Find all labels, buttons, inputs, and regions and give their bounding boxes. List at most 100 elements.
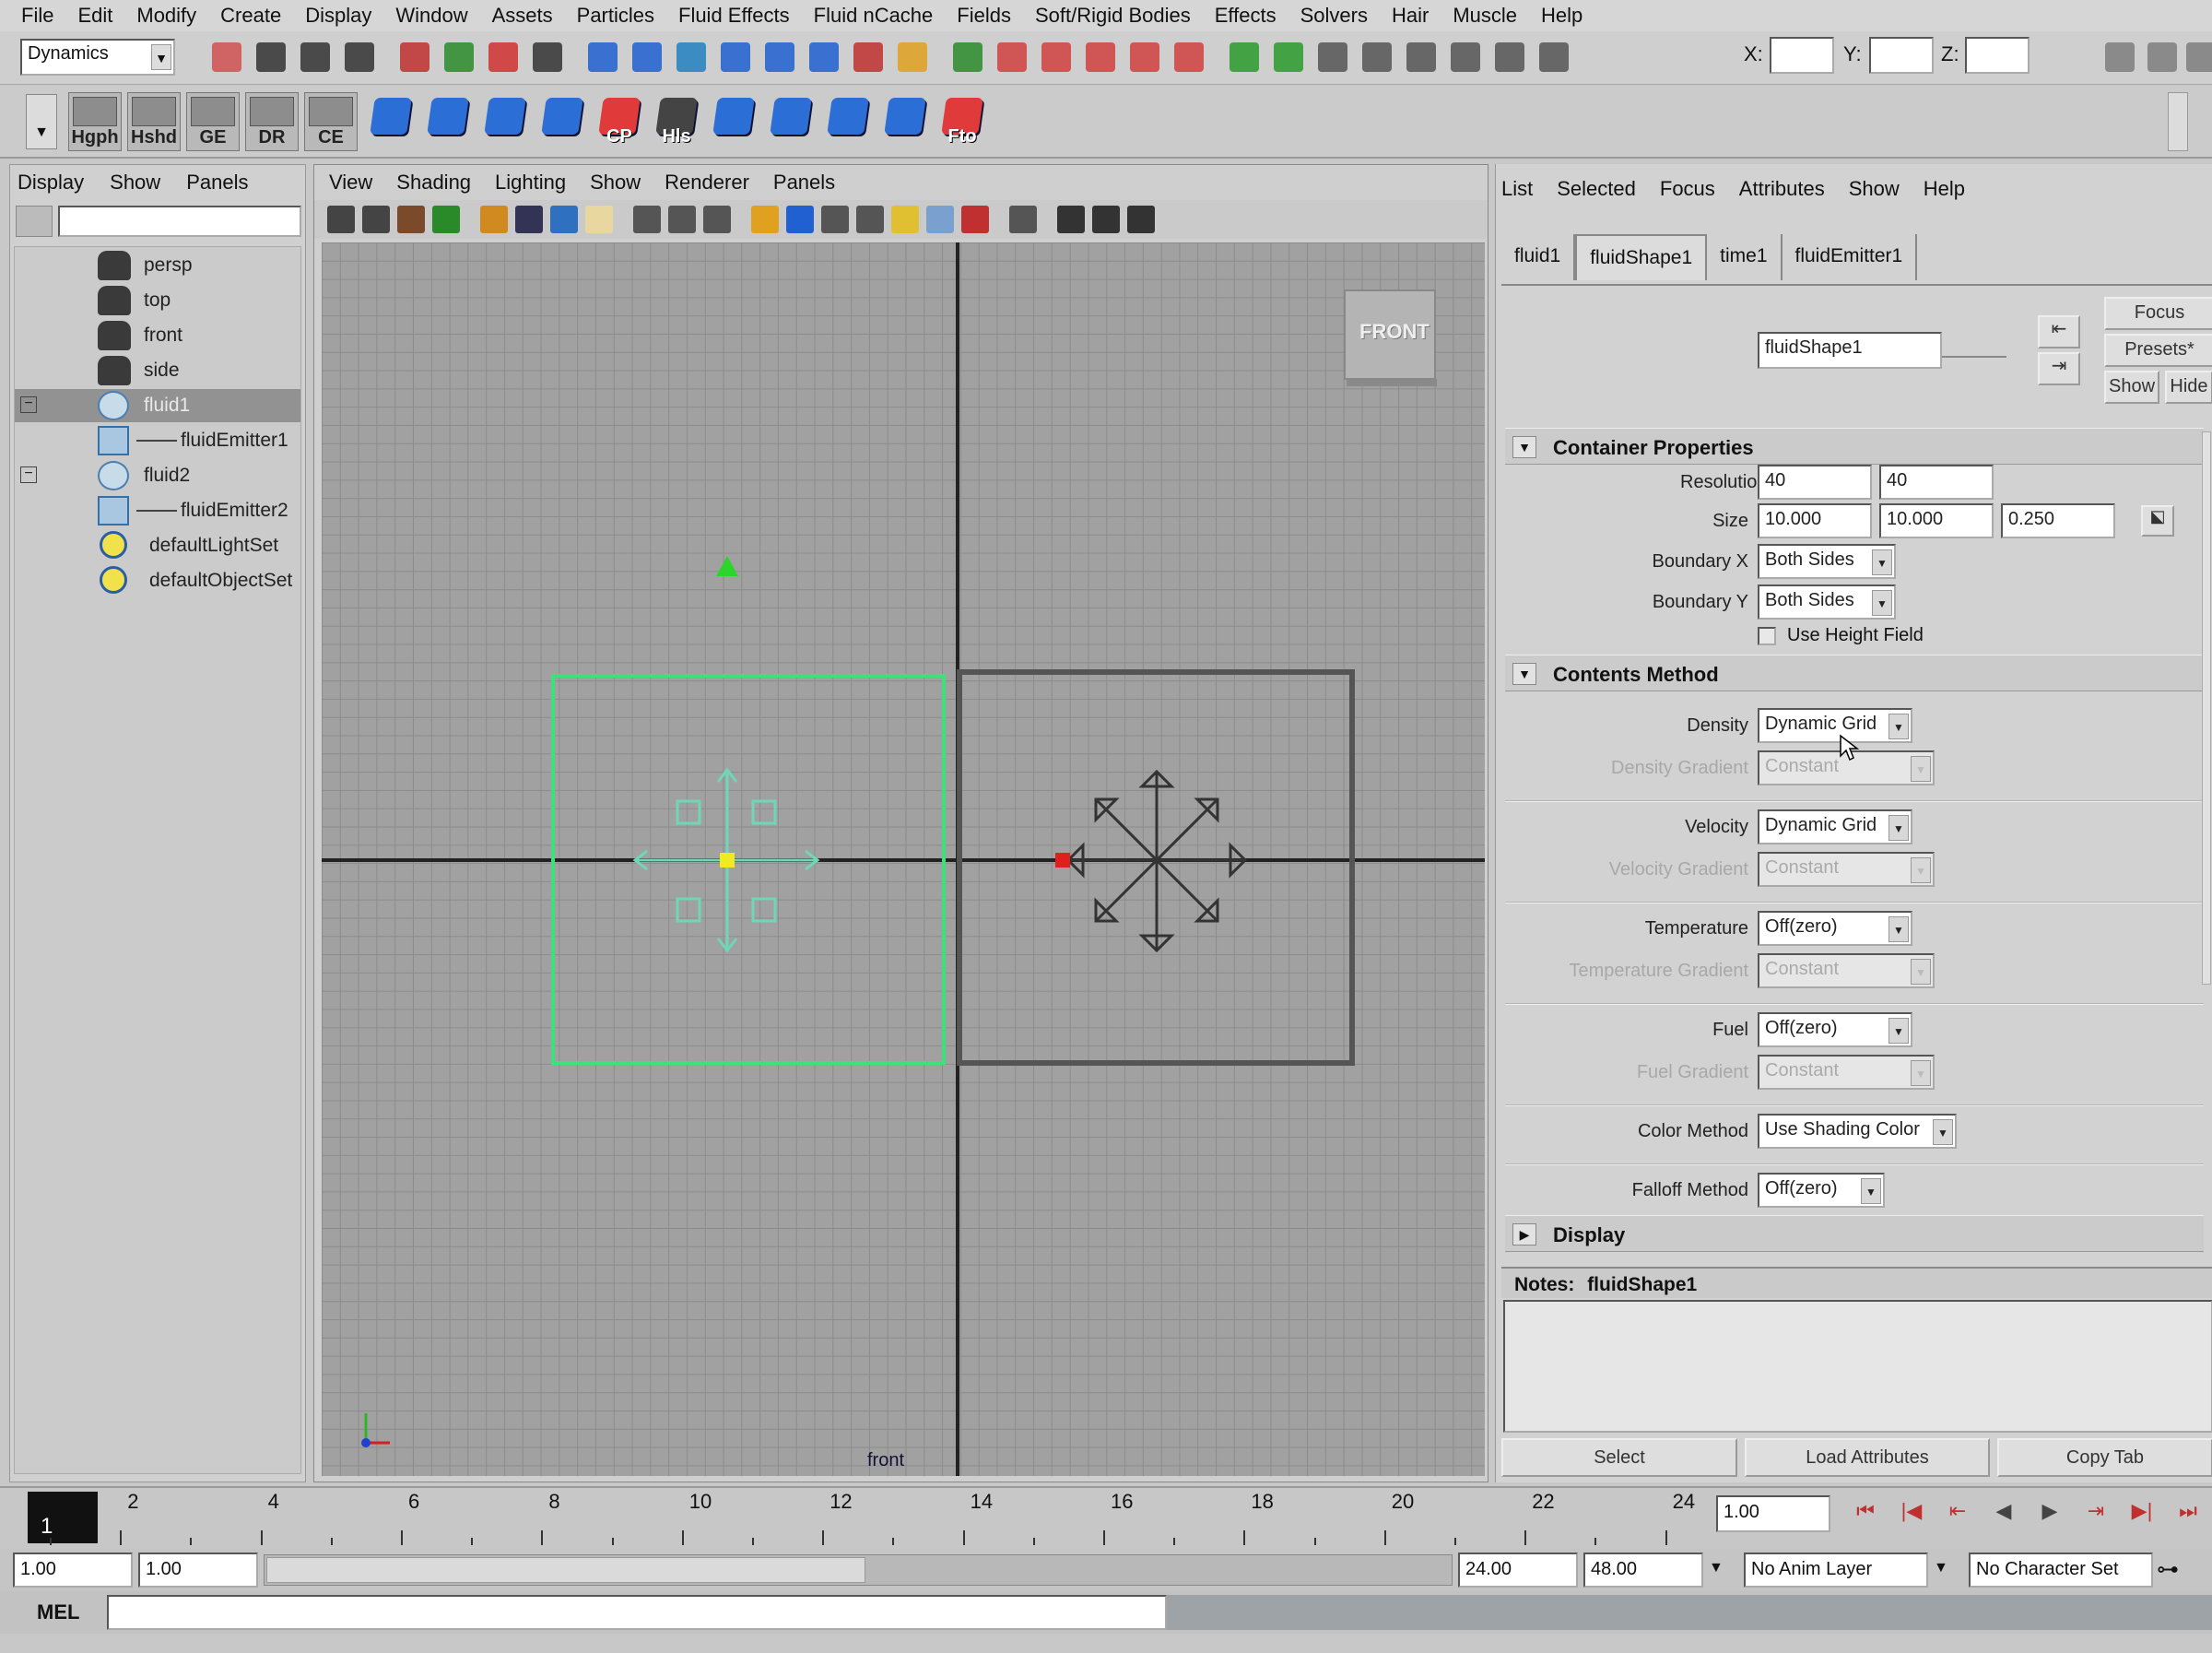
viewport-tool-icon[interactable] [786, 206, 814, 233]
menu-particles[interactable]: Particles [565, 4, 666, 28]
outliner-item-fluid2[interactable]: − fluid2 [15, 459, 300, 492]
attribute-scrollbar[interactable] [2202, 431, 2211, 985]
viewport-tool-icon[interactable] [515, 206, 543, 233]
menu-window[interactable]: Window [383, 4, 479, 28]
ae-menu-selected[interactable]: Selected [1557, 177, 1636, 201]
status-tool-icon[interactable] [1130, 42, 1159, 72]
status-tool-icon[interactable] [997, 42, 1027, 72]
status-tool-icon[interactable] [898, 42, 927, 72]
outliner-item-top[interactable]: top [15, 284, 300, 317]
collapse-icon[interactable]: − [20, 396, 37, 413]
status-tool-icon[interactable] [1539, 42, 1569, 72]
outliner-item-defaultlightset[interactable]: defaultLightSet [15, 529, 300, 562]
status-tool-icon[interactable] [765, 42, 794, 72]
play-forward-icon[interactable]: ▶ [2031, 1499, 2068, 1532]
status-tool-icon[interactable] [1451, 42, 1480, 72]
outliner-filter-icon[interactable] [16, 206, 53, 237]
status-tool-icon[interactable] [809, 42, 839, 72]
status-tool-icon[interactable] [1041, 42, 1071, 72]
menu-modify[interactable]: Modify [124, 4, 208, 28]
ae-menu-attributes[interactable]: Attributes [1739, 177, 1825, 201]
viewport-tool-icon[interactable] [703, 206, 731, 233]
status-tool-icon[interactable] [588, 42, 618, 72]
outliner-item-fluidemitter1[interactable]: fluidEmitter1 [15, 424, 300, 457]
command-input[interactable] [107, 1595, 1167, 1630]
shelf-fluid-tool-icon[interactable] [708, 94, 759, 148]
fuel-dropdown[interactable]: Off(zero) ▼ [1758, 1012, 1912, 1047]
step-forward-key-icon[interactable]: ▶| [2124, 1499, 2160, 1532]
animation-start-field[interactable]: 1.00 [13, 1553, 133, 1588]
fluid-emitter2-icon[interactable] [1065, 769, 1248, 953]
map-button-icon[interactable]: ⬕ [2141, 505, 2174, 537]
viewport-tool-icon[interactable] [397, 206, 425, 233]
status-tool-icon[interactable] [853, 42, 883, 72]
outliner-search-input[interactable] [58, 206, 301, 237]
viewport-tool-icon[interactable] [1092, 206, 1120, 233]
status-tool-icon[interactable] [533, 42, 562, 72]
menu-soft-rigid-bodies[interactable]: Soft/Rigid Bodies [1023, 4, 1203, 28]
range-slider[interactable] [264, 1554, 1453, 1586]
shelf-scroll-icon[interactable] [2168, 92, 2188, 151]
menu-edit[interactable]: Edit [65, 4, 124, 28]
ae-menu-list[interactable]: List [1501, 177, 1533, 201]
tab-fluidshape1[interactable]: fluidShape1 [1575, 234, 1708, 280]
viewport-tool-icon[interactable] [668, 206, 696, 233]
status-tool-icon[interactable] [488, 42, 518, 72]
outliner-menu-show[interactable]: Show [110, 171, 160, 195]
outliner-item-fluid1[interactable]: − fluid1 [15, 389, 300, 422]
viewport-tool-icon[interactable] [585, 206, 613, 233]
menu-fluid-ncache[interactable]: Fluid nCache [802, 4, 946, 28]
viewport-tool-icon[interactable] [821, 206, 849, 233]
menu-display[interactable]: Display [293, 4, 383, 28]
z-field[interactable] [1965, 37, 2030, 74]
menu-muscle[interactable]: Muscle [1441, 4, 1529, 28]
status-tool-icon[interactable] [632, 42, 662, 72]
shelf-fluid-tool-icon[interactable]: Hls [651, 94, 702, 148]
animation-end-field[interactable]: 48.00 [1583, 1553, 1703, 1588]
temperature-gradient-dropdown[interactable]: Constant ▼ [1758, 953, 1935, 988]
notes-textarea[interactable] [1503, 1300, 2212, 1433]
outliner-item-persp[interactable]: persp [15, 249, 300, 282]
shelf-fluid-tool-icon[interactable]: CP [594, 94, 645, 148]
play-backward-icon[interactable]: ◀ [1985, 1499, 2022, 1532]
status-tool-icon[interactable] [677, 42, 706, 72]
menu-effects[interactable]: Effects [1203, 4, 1288, 28]
size-y-field[interactable]: 10.000 [1879, 503, 1994, 538]
viewport-tool-icon[interactable] [480, 206, 508, 233]
viewport-menu-shading[interactable]: Shading [396, 171, 471, 194]
viewport-tool-icon[interactable] [550, 206, 578, 233]
viewport-tool-icon[interactable] [751, 206, 779, 233]
shelf-fluid-tool-icon[interactable] [822, 94, 874, 148]
go-to-end-icon[interactable]: ⏭ [2170, 1499, 2206, 1532]
viewport-tool-icon[interactable] [1009, 206, 1037, 233]
viewport-canvas[interactable]: FRONT front [322, 242, 1485, 1476]
viewport-menu-lighting[interactable]: Lighting [495, 171, 566, 194]
size-x-field[interactable]: 10.000 [1758, 503, 1872, 538]
menuset-dropdown[interactable]: Dynamics ▼ [20, 39, 175, 76]
output-connections-icon[interactable]: ⇥ [2038, 352, 2080, 385]
shelf-button-hshd[interactable]: Hshd [127, 92, 181, 151]
status-tool-icon[interactable] [1362, 42, 1392, 72]
load-attributes-button[interactable]: Load Attributes [1745, 1438, 1990, 1477]
boundary-x-dropdown[interactable]: Both Sides ▼ [1758, 544, 1896, 579]
display-section-header[interactable]: ▶ Display [1505, 1215, 2204, 1252]
shelf-menu-icon[interactable]: ▼ [26, 94, 57, 149]
shelf-fluid-tool-icon[interactable] [536, 94, 588, 148]
outliner-item-fluidemitter2[interactable]: fluidEmitter2 [15, 494, 300, 527]
ae-menu-show[interactable]: Show [1849, 177, 1900, 201]
outliner-menu-panels[interactable]: Panels [186, 171, 248, 195]
current-time-field[interactable]: 1.00 [1716, 1495, 1830, 1532]
step-back-frame-icon[interactable]: ⇤ [1939, 1499, 1976, 1532]
viewport-tool-icon[interactable] [432, 206, 460, 233]
falloff-method-dropdown[interactable]: Off(zero) ▼ [1758, 1173, 1885, 1208]
playback-start-field[interactable]: 1.00 [138, 1553, 258, 1588]
boundary-y-dropdown[interactable]: Both Sides ▼ [1758, 584, 1896, 620]
tab-time1[interactable]: time1 [1707, 234, 1783, 280]
resolution-x-field[interactable]: 40 [1758, 465, 1872, 500]
outliner-item-front[interactable]: front [15, 319, 300, 352]
status-tool-icon[interactable] [1406, 42, 1436, 72]
hide-button[interactable]: Hide [2165, 371, 2212, 404]
focus-button[interactable]: Focus [2104, 297, 2212, 330]
playback-end-field[interactable]: 24.00 [1458, 1553, 1578, 1588]
outliner-menu-display[interactable]: Display [18, 171, 84, 195]
